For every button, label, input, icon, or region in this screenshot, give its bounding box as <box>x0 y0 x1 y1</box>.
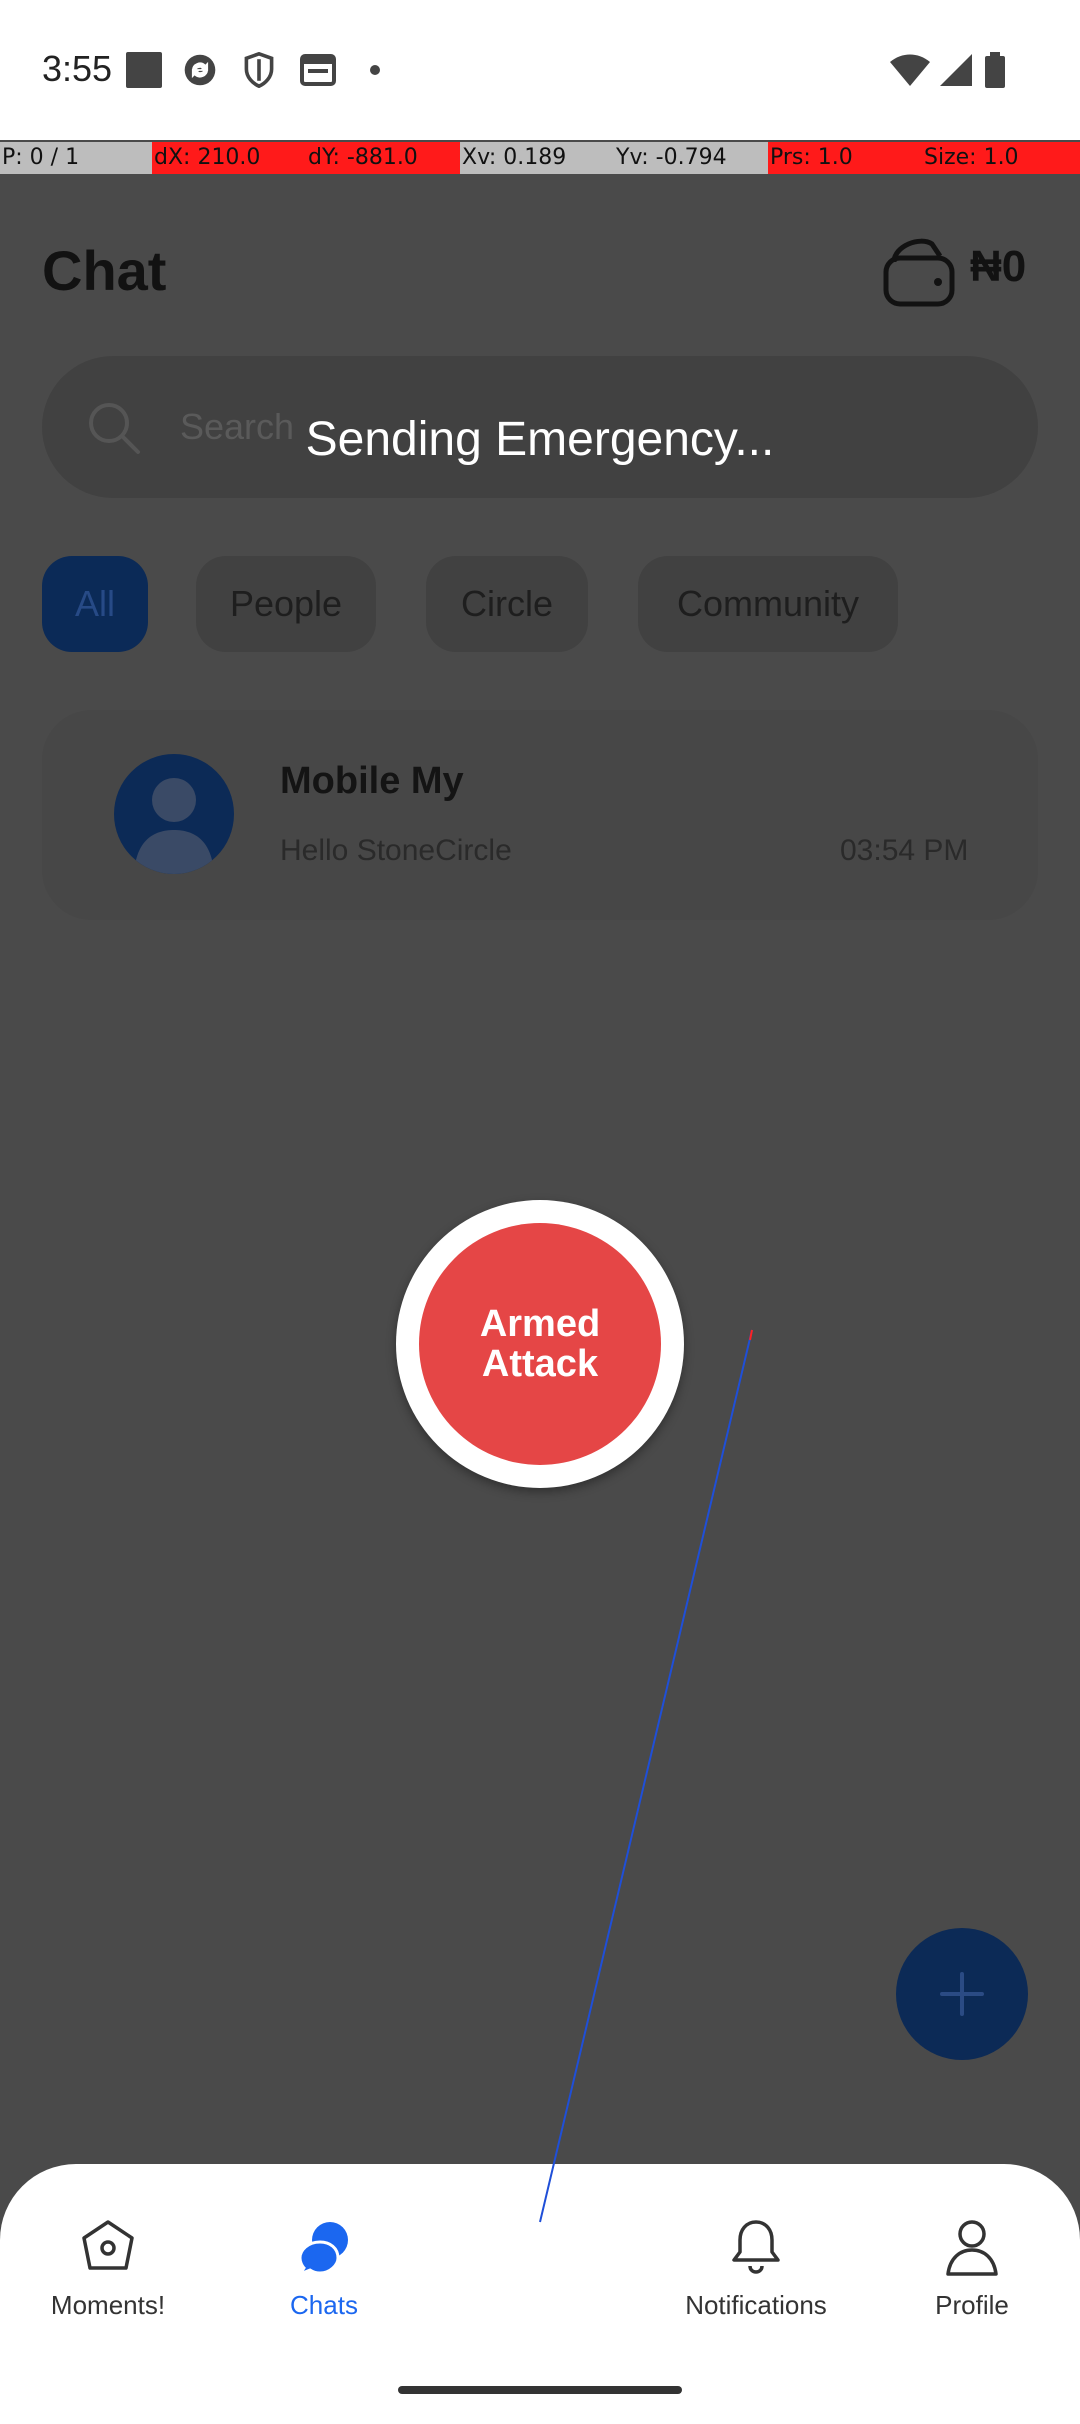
status-time: 3:55 <box>42 48 113 89</box>
nav-label-notifications: Notifications <box>685 2290 827 2320</box>
pointer-count: P: 0 / 1 <box>2 145 80 170</box>
bottom-navigation: Moments! Chats Notifications Profile <box>0 2164 1080 2424</box>
chat-timestamp: 03:54 PM <box>840 834 969 867</box>
filter-chip-circle[interactable]: Circle <box>426 556 588 652</box>
shield-icon <box>244 52 274 88</box>
signal-icon <box>940 54 972 86</box>
page-title: Chat <box>42 239 167 302</box>
calendar-icon <box>300 54 336 86</box>
pointer-yv: Yv: -0.794 <box>616 145 727 170</box>
gesture-home-bar[interactable] <box>398 2386 682 2394</box>
wifi-icon <box>890 54 930 86</box>
filter-chip-all[interactable]: All <box>42 556 148 652</box>
emergency-label-line2: Attack <box>481 1343 599 1385</box>
person-icon <box>946 2220 998 2276</box>
pointer-pressure: Prs: 1.0 <box>768 142 922 174</box>
moments-icon <box>82 2220 134 2270</box>
new-chat-button[interactable] <box>896 1928 1028 2060</box>
square-notification-icon <box>126 52 162 88</box>
wallet-balance[interactable]: ₦0 <box>970 242 1026 292</box>
nav-item-notifications[interactable]: Notifications <box>656 2216 856 2326</box>
bell-icon <box>732 2220 780 2274</box>
wallet-icon[interactable] <box>880 232 960 312</box>
avatar <box>114 754 234 874</box>
emergency-button-ring[interactable]: Armed Attack <box>396 1200 684 1488</box>
nav-item-chats[interactable]: Chats <box>224 2216 424 2326</box>
nav-label-profile: Profile <box>935 2290 1009 2320</box>
pointer-size: Size: 1.0 <box>922 142 1080 174</box>
armed-attack-button[interactable]: Armed Attack <box>419 1223 661 1465</box>
nav-label-chats: Chats <box>290 2290 358 2320</box>
sending-emergency-message: Sending Emergency... <box>305 413 775 466</box>
plus-icon <box>940 1972 984 2016</box>
nav-label-moments: Moments! <box>50 2290 166 2320</box>
pointer-dx: dX: 210.0 <box>152 142 306 174</box>
chat-list-item[interactable]: Mobile My Hello StoneCircle 03:54 PM <box>42 710 1038 920</box>
nav-item-moments[interactable]: Moments! <box>8 2216 208 2326</box>
person-silhouette-icon <box>134 778 214 874</box>
nav-item-profile[interactable]: Profile <box>872 2216 1072 2326</box>
filter-chip-community[interactable]: Community <box>638 556 898 652</box>
chat-last-message: Hello StoneCircle <box>280 834 512 867</box>
filter-chip-people[interactable]: People <box>196 556 376 652</box>
battery-icon <box>985 52 1005 88</box>
status-bar: 3:55 <box>0 0 1080 140</box>
chat-bubbles-icon <box>296 2222 348 2276</box>
sync-icon <box>184 54 216 86</box>
pointer-dy: dY: -881.0 <box>306 142 460 174</box>
emergency-label-line1: Armed <box>479 1303 601 1345</box>
dot-icon <box>370 65 380 75</box>
chat-name: Mobile My <box>280 760 464 802</box>
pointer-xv: Xv: 0.189 <box>462 145 567 170</box>
pointer-location-bar: P: 0 / 1 dX: 210.0 dY: -881.0 Xv: 0.189 … <box>0 142 1080 174</box>
